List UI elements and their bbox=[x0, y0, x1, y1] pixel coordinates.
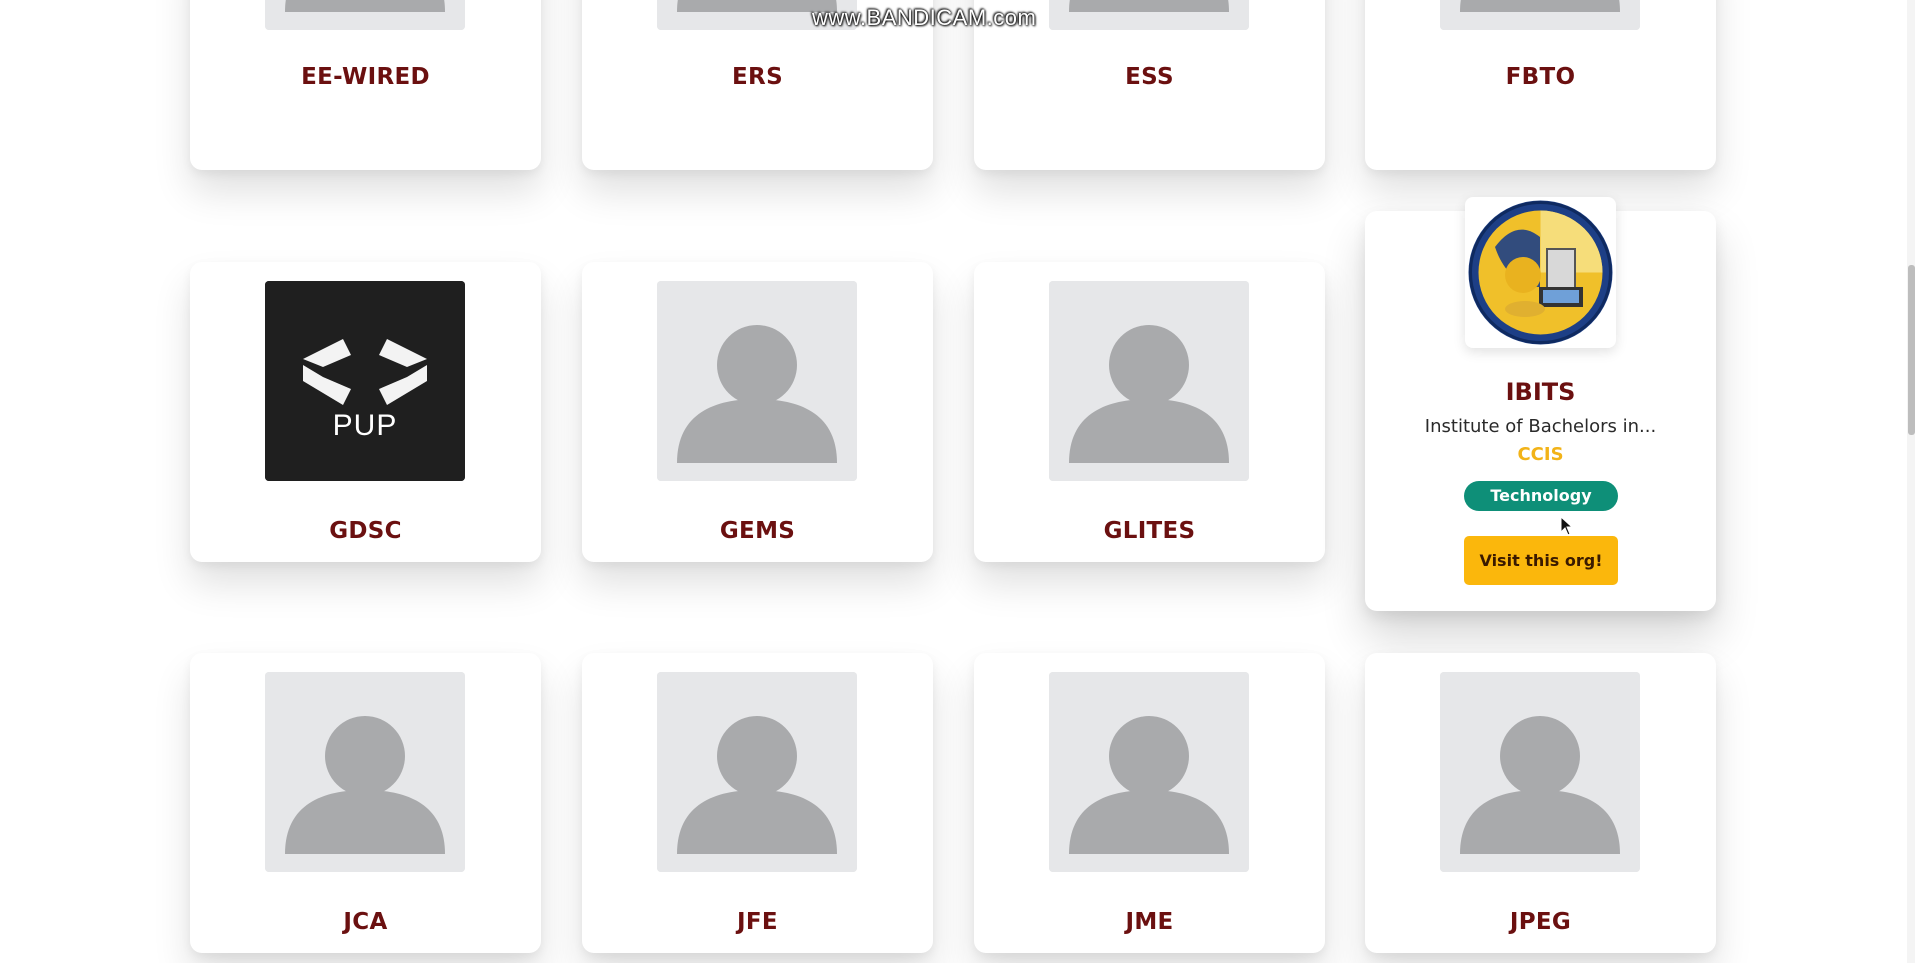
org-card-title: FBTO bbox=[1505, 64, 1576, 90]
org-card-title: JFE bbox=[737, 909, 778, 935]
category-tag[interactable]: Technology bbox=[1464, 481, 1618, 511]
default-avatar-icon bbox=[1049, 281, 1249, 481]
org-card-college: CCIS bbox=[1517, 444, 1564, 465]
org-card-title: GEMS bbox=[719, 518, 796, 544]
org-card-title: JPEG bbox=[1509, 909, 1572, 935]
org-card-ee-wired[interactable]: EE-WIRED bbox=[190, 0, 541, 170]
pup-code-logo: PUP bbox=[265, 281, 465, 481]
default-avatar-icon bbox=[1440, 672, 1640, 872]
org-card-title: IBITS bbox=[1505, 378, 1576, 406]
org-card-jpeg[interactable]: JPEG bbox=[1365, 653, 1716, 953]
default-avatar-icon bbox=[1440, 0, 1640, 30]
default-avatar-icon bbox=[657, 281, 857, 481]
org-card-title: JME bbox=[1125, 909, 1174, 935]
scrollbar-thumb[interactable] bbox=[1908, 265, 1915, 435]
page-scrollbar[interactable] bbox=[1907, 0, 1915, 963]
org-card-gdsc[interactable]: PUP GDSC bbox=[190, 262, 541, 562]
default-avatar-icon bbox=[265, 0, 465, 30]
org-directory-page: www.BANDICAM.com EE-WIRED ERS ESS FBTO P… bbox=[0, 0, 1915, 963]
org-card-jca[interactable]: JCA bbox=[190, 653, 541, 953]
org-card-fbto[interactable]: FBTO bbox=[1365, 0, 1716, 170]
org-card-title: GDSC bbox=[329, 518, 402, 544]
org-card-title: EE-WIRED bbox=[301, 64, 430, 90]
pup-logo-text: PUP bbox=[332, 409, 398, 442]
mouse-cursor-icon bbox=[1560, 516, 1574, 536]
org-card-jfe[interactable]: JFE bbox=[582, 653, 933, 953]
visit-org-button[interactable]: Visit this org! bbox=[1464, 536, 1618, 585]
default-avatar-icon bbox=[1049, 672, 1249, 872]
default-avatar-icon bbox=[657, 672, 857, 872]
org-card-title: ESS bbox=[1125, 64, 1174, 90]
org-card-jme[interactable]: JME bbox=[974, 653, 1325, 953]
org-card-description: Institute of Bachelors in... bbox=[1424, 416, 1657, 437]
ibits-seal-logo bbox=[1465, 197, 1616, 348]
org-card-title: GLITES bbox=[1103, 518, 1196, 544]
org-card-title: JCA bbox=[343, 909, 388, 935]
org-card-glites[interactable]: GLITES bbox=[974, 262, 1325, 562]
org-card-gems[interactable]: GEMS bbox=[582, 262, 933, 562]
default-avatar-icon bbox=[265, 672, 465, 872]
recorder-watermark: www.BANDICAM.com bbox=[812, 5, 1037, 30]
org-card-title: ERS bbox=[732, 64, 783, 90]
default-avatar-icon bbox=[1049, 0, 1249, 30]
